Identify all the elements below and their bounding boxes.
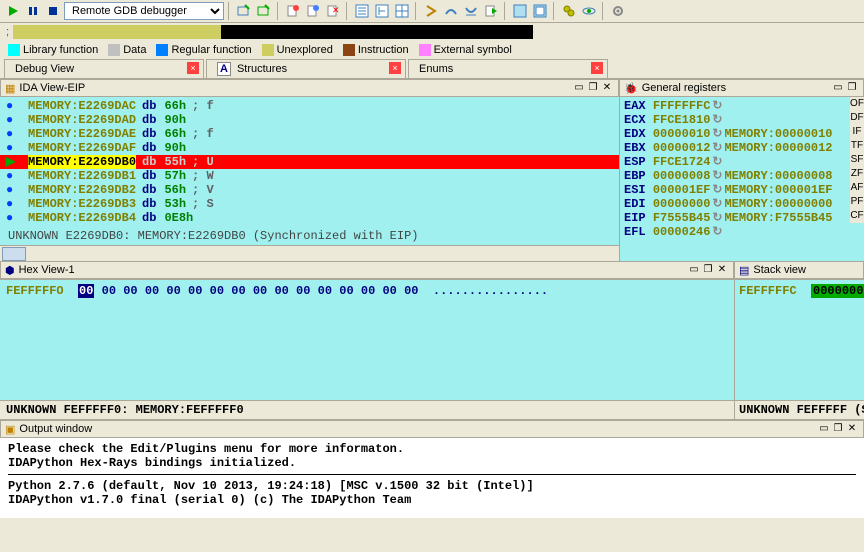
close-icon[interactable]: ✕ bbox=[845, 422, 859, 436]
color-legend: Library function Data Regular function U… bbox=[0, 41, 864, 59]
tb-icon-bp1[interactable] bbox=[284, 2, 302, 20]
tab-structures[interactable]: AStructures× bbox=[206, 59, 406, 78]
tb-win2[interactable] bbox=[531, 2, 549, 20]
tb-icon-grid[interactable] bbox=[393, 2, 411, 20]
close-icon[interactable]: ✕ bbox=[600, 81, 614, 95]
stack-view[interactable]: FEFFFFFC 00000000 UNKNOWN FEFFFFF (Synch bbox=[734, 280, 864, 419]
register-line[interactable]: ESP FFCE1724↻ bbox=[624, 155, 860, 169]
output-body[interactable]: Please check the Edit/Plugins menu for m… bbox=[0, 438, 864, 518]
disasm-line[interactable]: ●MEMORY:E2269DB4db0E8h bbox=[0, 211, 619, 225]
main-toolbar: Remote GDB debugger ✕ bbox=[0, 0, 864, 23]
tb-icon-list[interactable] bbox=[353, 2, 371, 20]
register-line[interactable]: ESI 000001EF↻MEMORY:000001EF bbox=[624, 183, 860, 197]
ida-status: UNKNOWN E2269DB0: MEMORY:E2269DB0 (Synch… bbox=[0, 227, 619, 245]
tb-icon-tree[interactable] bbox=[373, 2, 391, 20]
disasm-line[interactable]: ●MEMORY:E2269DB2db56h; V bbox=[0, 183, 619, 197]
close-icon[interactable]: ✕ bbox=[715, 263, 729, 277]
tb-icon-bp3[interactable]: ✕ bbox=[324, 2, 342, 20]
registers-title: 🐞General registers ▭ ❐ bbox=[619, 79, 864, 97]
minimize-icon[interactable]: ▭ bbox=[831, 81, 845, 95]
minimize-icon[interactable]: ▭ bbox=[817, 422, 831, 436]
debugger-select[interactable]: Remote GDB debugger bbox=[64, 2, 224, 20]
tb-step-out[interactable] bbox=[462, 2, 480, 20]
stack-status: UNKNOWN FEFFFFF (Synch bbox=[735, 400, 864, 419]
close-icon[interactable]: × bbox=[591, 62, 603, 74]
disasm-line[interactable]: ●MEMORY:E2269DADdb90h bbox=[0, 113, 619, 127]
disasm-line[interactable]: ●MEMORY:E2269DB3db53h; S bbox=[0, 197, 619, 211]
tb-icon-2[interactable] bbox=[255, 2, 273, 20]
close-icon[interactable]: × bbox=[389, 62, 401, 74]
stack-view-title: ▤Stack view bbox=[734, 261, 864, 279]
run-button[interactable] bbox=[4, 2, 22, 20]
restore-icon[interactable]: ❐ bbox=[701, 263, 715, 277]
disasm-line[interactable]: ▶MEMORY:E2269DB0db55h; U bbox=[0, 155, 619, 169]
disasm-line[interactable]: ●MEMORY:E2269DAFdb90h bbox=[0, 141, 619, 155]
disasm-line[interactable]: ●MEMORY:E2269DACdb66h; f bbox=[0, 99, 619, 113]
ida-view-title: ▦IDA View-EIP ▭ ❐ ✕ bbox=[0, 79, 619, 97]
minimize-icon[interactable]: ▭ bbox=[687, 263, 701, 277]
legend-lib: Library function bbox=[23, 44, 98, 56]
restore-icon[interactable]: ❐ bbox=[845, 81, 859, 95]
tb-icon-bp2[interactable] bbox=[304, 2, 322, 20]
register-line[interactable]: EAX FFFFFFFC↻ bbox=[624, 99, 860, 113]
restore-icon[interactable]: ❐ bbox=[586, 81, 600, 95]
tb-icon-1[interactable] bbox=[235, 2, 253, 20]
tb-step-over[interactable] bbox=[442, 2, 460, 20]
tb-step-into[interactable] bbox=[422, 2, 440, 20]
legend-ins: Instruction bbox=[358, 44, 409, 56]
stop-button[interactable] bbox=[44, 2, 62, 20]
disasm-line[interactable]: ●MEMORY:E2269DB1db57h; W bbox=[0, 169, 619, 183]
tb-gear[interactable] bbox=[609, 2, 627, 20]
minimize-icon[interactable]: ▭ bbox=[572, 81, 586, 95]
hex-view[interactable]: FEFFFFFO 00 00 00 00 00 00 00 00 00 00 0… bbox=[0, 280, 734, 419]
svg-text:✕: ✕ bbox=[332, 5, 340, 15]
tb-run-to[interactable] bbox=[482, 2, 500, 20]
register-line[interactable]: EBX 00000012↻MEMORY:00000012 bbox=[624, 141, 860, 155]
close-icon[interactable]: × bbox=[187, 62, 199, 74]
hex-view-title: ⬢Hex View-1 ▭ ❐ ✕ bbox=[0, 261, 734, 279]
hscrollbar[interactable] bbox=[0, 245, 619, 261]
register-line[interactable]: EDX 00000010↻MEMORY:00000010 bbox=[624, 127, 860, 141]
disasm-line[interactable]: ●MEMORY:E2269DAEdb66h; f bbox=[0, 127, 619, 141]
tab-debug-view[interactable]: Debug View× bbox=[4, 59, 204, 78]
tb-link[interactable] bbox=[560, 2, 578, 20]
hex-status: UNKNOWN FEFFFFF0: MEMORY:FEFFFFF0 bbox=[0, 400, 734, 419]
registers-view[interactable]: EAX FFFFFFFC↻ECX FFCE1810↻EDX 00000010↻M… bbox=[619, 97, 864, 261]
register-line[interactable]: EBP 00000008↻MEMORY:00000008 bbox=[624, 169, 860, 183]
restore-icon[interactable]: ❐ bbox=[831, 422, 845, 436]
view-tabs: Debug View× AStructures× Enums× bbox=[0, 59, 864, 79]
legend-unx: Unexplored bbox=[277, 44, 333, 56]
pause-button[interactable] bbox=[24, 2, 42, 20]
register-line[interactable]: EDI 00000000↻MEMORY:00000000 bbox=[624, 197, 860, 211]
legend-reg: Regular function bbox=[171, 44, 251, 56]
output-title: ▣Output window ▭ ❐ ✕ bbox=[0, 420, 864, 438]
disassembly-view[interactable]: ●MEMORY:E2269DACdb66h; f●MEMORY:E2269DAD… bbox=[0, 97, 619, 261]
navigation-band: ; bbox=[0, 23, 864, 41]
register-line[interactable]: EFL 00000246↻ bbox=[624, 225, 860, 239]
tb-eye[interactable] bbox=[580, 2, 598, 20]
nav-bar[interactable] bbox=[13, 25, 533, 39]
tab-enums[interactable]: Enums× bbox=[408, 59, 608, 78]
register-line[interactable]: ECX FFCE1810↻ bbox=[624, 113, 860, 127]
legend-ext: External symbol bbox=[434, 44, 512, 56]
register-line[interactable]: EIP F7555B45↻MEMORY:F7555B45 bbox=[624, 211, 860, 225]
tb-win1[interactable] bbox=[511, 2, 529, 20]
legend-data: Data bbox=[123, 44, 146, 56]
